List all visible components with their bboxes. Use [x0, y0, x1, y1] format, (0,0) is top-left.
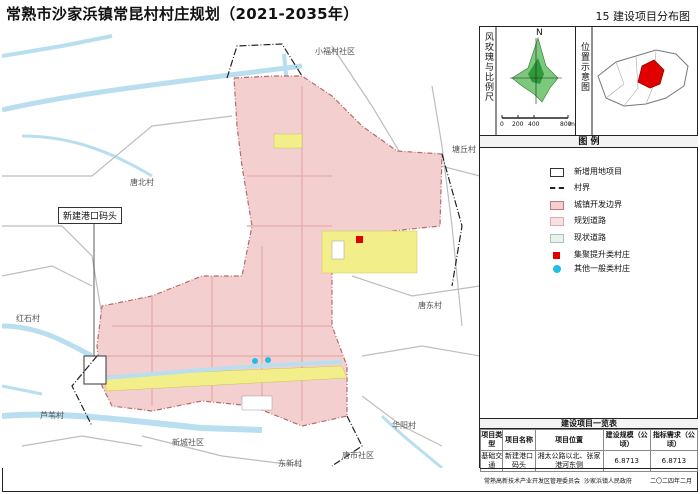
project-table: 建设项目一览表 项目类型 项目名称 项目位置 建设规模（公顷） 指标需求（公顷）… [479, 418, 699, 472]
legend-label: 城镇开发边界 [574, 200, 622, 209]
scale-tick-400: 400 [528, 121, 540, 128]
legend-item-urban-boundary: 城镇开发边界 [550, 198, 622, 212]
legend-title: 图 例 [480, 136, 698, 148]
legend-swatch-urban [550, 200, 564, 210]
table-header: 项目名称 [502, 429, 536, 451]
legend-label: 集聚提升类村庄 [574, 250, 630, 259]
location-map-icon [591, 26, 689, 136]
legend-item-gather-village: 集聚提升类村庄 [550, 248, 630, 262]
legend-item-existing-road: 现状道路 [550, 231, 606, 245]
map-label-hongshi: 红石村 [16, 314, 40, 323]
project-table-title: 建设项目一览表 [480, 419, 698, 429]
page-title: 常熟市沙家浜镇常昆村村庄规划（2021-2035年） [6, 5, 359, 23]
scale-tick-0: 0 [500, 121, 504, 128]
footer-org2: 沙家浜镇人民政府 [584, 478, 633, 485]
project-site [83, 355, 107, 385]
footer-org1: 常熟高新技术产业开发区管理委员会 [484, 478, 581, 485]
map-label-tangshi: 唐市社区 [342, 451, 374, 460]
legend-item-general-village: 其他一般类村庄 [550, 262, 630, 276]
legend: 图 例 新增用地项目 村界 城镇开发边界 规划道路 现状道路 集聚提升类村庄 其… [480, 136, 698, 418]
gather-village-marker [356, 236, 363, 243]
footer: 常熟高新技术产业开发区管理委员会 沙家浜镇人民政府 二〇二四年二月 [480, 468, 698, 492]
location-panel: 位置示意图 [576, 26, 698, 136]
map[interactable] [2, 26, 480, 468]
legend-label: 村界 [574, 183, 590, 192]
map-label-xiaoxiao: 小福村社区 [315, 47, 355, 56]
map-label-luyu: 芦苇村 [40, 411, 64, 420]
legend-swatch-general [553, 265, 561, 273]
table-header: 项目位置 [534, 429, 604, 451]
legend-label: 规划道路 [574, 216, 606, 225]
map-label-tangdong: 唐东村 [418, 301, 442, 310]
map-label-tangbei: 唐北村 [130, 178, 154, 187]
wind-panel-label: 风玫瑰与比例尺 [483, 32, 493, 102]
legend-swatch-existing-road [550, 233, 564, 243]
legend-swatch-planned-road [550, 216, 564, 226]
legend-swatch-boundary [550, 187, 564, 189]
legend-label: 其他一般类村庄 [574, 264, 630, 273]
legend-swatch-gather [553, 251, 560, 259]
project-table-grid: 项目类型 项目名称 项目位置 建设规模（公顷） 指标需求（公顷） 基础交通 新建… [479, 429, 699, 472]
map-label-dongxin: 东新村 [278, 459, 302, 468]
legend-swatch-new-project [550, 167, 564, 177]
map-canvas [2, 34, 479, 468]
general-village-marker [265, 357, 271, 363]
legend-item-new-project: 新增用地项目 [550, 165, 622, 179]
wind-panel: 风玫瑰与比例尺 N 0 200 400 800 m [480, 26, 576, 136]
project-callout[interactable]: 新建港口码头 [58, 207, 123, 224]
table-header: 项目类型 [479, 429, 504, 451]
sheet-label: 15 建设项目分布图 [595, 10, 691, 23]
scale-tick-200: 200 [512, 121, 524, 128]
location-panel-label: 位置示意图 [579, 42, 589, 92]
legend-label: 现状道路 [574, 233, 606, 242]
north-arrow-label: N [536, 28, 543, 38]
legend-item-planned-road: 规划道路 [550, 214, 606, 228]
general-village-marker [252, 358, 258, 364]
scale-unit: m [569, 121, 575, 128]
legend-label: 新增用地项目 [574, 167, 622, 176]
map-label-tangqiu: 塘丘村 [452, 145, 476, 154]
table-header: 指标需求（公顷） [649, 429, 699, 451]
footer-date: 二〇二四年二月 [650, 478, 693, 485]
map-label-huayang: 华阳村 [392, 421, 416, 430]
table-header: 建设规模（公顷） [602, 429, 651, 451]
map-label-xincheng: 新城社区 [172, 438, 204, 447]
legend-item-boundary: 村界 [550, 181, 590, 195]
